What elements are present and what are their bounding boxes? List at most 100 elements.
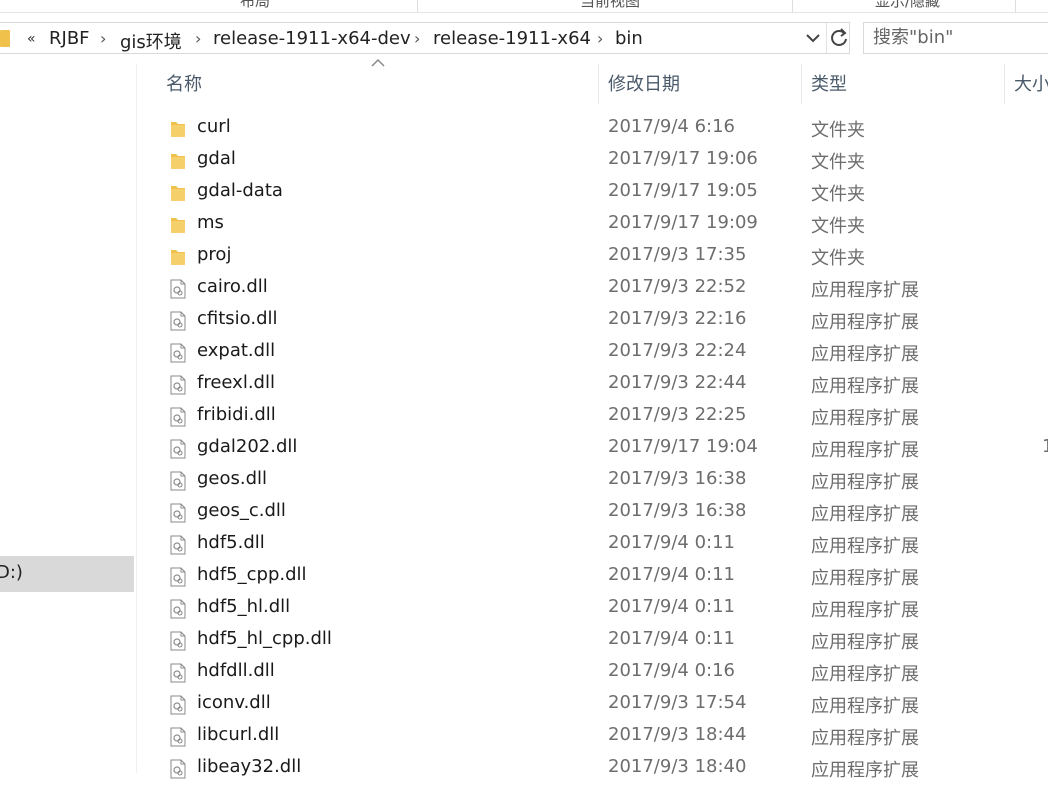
refresh-button[interactable] bbox=[826, 23, 851, 53]
file-row[interactable]: expat.dll 2017/9/3 22:24 应用程序扩展 bbox=[150, 337, 1048, 369]
file-row[interactable]: hdf5.dll 2017/9/4 0:11 应用程序扩展 bbox=[150, 529, 1048, 561]
column-separator[interactable] bbox=[598, 64, 599, 104]
file-type: 应用程序扩展 bbox=[811, 568, 919, 589]
dll-file-icon bbox=[169, 535, 187, 555]
address-bar[interactable]: « RJBF › gis环境 › release-1911-x64-dev › … bbox=[0, 22, 850, 54]
breadcrumb-chevron-icon[interactable]: › bbox=[414, 29, 420, 48]
breadcrumb-item[interactable]: release-1911-x64 bbox=[433, 28, 591, 49]
breadcrumb-item[interactable]: release-1911-x64-dev bbox=[213, 28, 411, 49]
file-name: expat.dll bbox=[197, 340, 276, 361]
ribbon-tab-current-view[interactable]: 当前视图 bbox=[580, 0, 640, 11]
file-date: 2017/9/3 17:35 bbox=[608, 244, 747, 265]
navigation-pane: D:) bbox=[0, 64, 134, 773]
file-type: 应用程序扩展 bbox=[811, 280, 919, 301]
file-date: 2017/9/17 19:04 bbox=[608, 436, 758, 457]
file-row[interactable]: proj 2017/9/3 17:35 文件夹 bbox=[150, 241, 1048, 273]
refresh-icon bbox=[831, 28, 847, 46]
file-date: 2017/9/3 17:54 bbox=[608, 692, 747, 713]
column-separator[interactable] bbox=[801, 64, 802, 104]
file-name: gdal202.dll bbox=[197, 436, 298, 457]
file-name: cfitsio.dll bbox=[197, 308, 278, 329]
file-date: 2017/9/3 18:44 bbox=[608, 724, 747, 745]
dll-file-icon bbox=[169, 567, 187, 587]
file-date: 2017/9/4 0:11 bbox=[608, 564, 735, 585]
file-type: 应用程序扩展 bbox=[811, 632, 919, 653]
file-row[interactable]: cairo.dll 2017/9/3 22:52 应用程序扩展 bbox=[150, 273, 1048, 305]
sort-ascending-icon bbox=[371, 58, 385, 67]
ribbon-tab-show-hide[interactable]: 显示/隐藏 bbox=[875, 0, 940, 11]
file-type: 文件夹 bbox=[811, 248, 865, 269]
file-row[interactable]: hdf5_hl_cpp.dll 2017/9/4 0:11 应用程序扩展 bbox=[150, 625, 1048, 657]
ribbon-separator bbox=[417, 0, 418, 12]
file-row[interactable]: iconv.dll 2017/9/3 17:54 应用程序扩展 bbox=[150, 689, 1048, 721]
breadcrumb-overflow[interactable]: « bbox=[27, 31, 36, 47]
file-row[interactable]: fribidi.dll 2017/9/3 22:25 应用程序扩展 bbox=[150, 401, 1048, 433]
file-name: ms bbox=[197, 212, 224, 233]
file-row[interactable]: geos.dll 2017/9/3 16:38 应用程序扩展 bbox=[150, 465, 1048, 497]
file-type: 应用程序扩展 bbox=[811, 760, 919, 781]
file-date: 2017/9/4 0:16 bbox=[608, 660, 735, 681]
breadcrumb-item[interactable]: RJBF bbox=[49, 28, 90, 49]
file-type: 文件夹 bbox=[811, 184, 865, 205]
file-row[interactable]: gdal202.dll 2017/9/17 19:04 应用程序扩展 1 bbox=[150, 433, 1048, 465]
chevron-down-icon bbox=[806, 34, 820, 43]
breadcrumb-chevron-icon[interactable]: › bbox=[195, 29, 201, 48]
file-row[interactable]: hdfdll.dll 2017/9/4 0:16 应用程序扩展 bbox=[150, 657, 1048, 689]
file-row[interactable]: hdf5_hl.dll 2017/9/4 0:11 应用程序扩展 bbox=[150, 593, 1048, 625]
file-date: 2017/9/3 18:40 bbox=[608, 756, 747, 777]
file-date: 2017/9/4 0:11 bbox=[608, 628, 735, 649]
ribbon-tab-layout[interactable]: 布局 bbox=[240, 0, 270, 11]
nav-item-label: D:) bbox=[0, 562, 23, 583]
breadcrumb-item[interactable]: gis环境 bbox=[120, 28, 182, 54]
file-row[interactable]: curl 2017/9/4 6:16 文件夹 bbox=[150, 113, 1048, 145]
column-header-size[interactable]: 大小 bbox=[1014, 70, 1048, 102]
file-row[interactable]: gdal 2017/9/17 19:06 文件夹 bbox=[150, 145, 1048, 177]
file-type: 应用程序扩展 bbox=[811, 408, 919, 429]
ribbon: 布局 当前视图 显示/隐藏 bbox=[0, 0, 1048, 12]
file-name: freexl.dll bbox=[197, 372, 275, 393]
dll-file-icon bbox=[169, 599, 187, 619]
dll-file-icon bbox=[169, 343, 187, 363]
file-type: 应用程序扩展 bbox=[811, 536, 919, 557]
file-row[interactable]: geos_c.dll 2017/9/3 16:38 应用程序扩展 bbox=[150, 497, 1048, 529]
breadcrumb-chevron-icon[interactable]: › bbox=[100, 29, 106, 48]
dll-file-icon bbox=[169, 727, 187, 747]
file-row[interactable]: libcurl.dll 2017/9/3 18:44 应用程序扩展 bbox=[150, 721, 1048, 753]
file-row[interactable]: freexl.dll 2017/9/3 22:44 应用程序扩展 bbox=[150, 369, 1048, 401]
file-name: hdf5.dll bbox=[197, 532, 265, 553]
column-header-date[interactable]: 修改日期 bbox=[608, 70, 680, 102]
breadcrumb-item-current[interactable]: bin bbox=[615, 28, 643, 49]
file-row[interactable]: gdal-data 2017/9/17 19:05 文件夹 bbox=[150, 177, 1048, 209]
file-row[interactable]: hdf5_cpp.dll 2017/9/4 0:11 应用程序扩展 bbox=[150, 561, 1048, 593]
file-date: 2017/9/4 0:11 bbox=[608, 596, 735, 617]
nav-item-drive[interactable]: D:) bbox=[0, 556, 134, 592]
pane-divider[interactable] bbox=[136, 64, 137, 773]
file-name: libeay32.dll bbox=[197, 756, 302, 777]
dll-file-icon bbox=[169, 407, 187, 427]
column-header-type[interactable]: 类型 bbox=[811, 70, 847, 102]
file-name: hdf5_hl_cpp.dll bbox=[197, 628, 332, 649]
file-row[interactable]: ms 2017/9/17 19:09 文件夹 bbox=[150, 209, 1048, 241]
file-type: 应用程序扩展 bbox=[811, 664, 919, 685]
address-dropdown-button[interactable] bbox=[802, 23, 824, 53]
file-name: geos.dll bbox=[197, 468, 268, 489]
dll-file-icon bbox=[169, 279, 187, 299]
file-type: 应用程序扩展 bbox=[811, 440, 919, 461]
file-type: 应用程序扩展 bbox=[811, 472, 919, 493]
column-separator[interactable] bbox=[1004, 64, 1005, 104]
file-date: 2017/9/4 0:11 bbox=[608, 532, 735, 553]
folder-icon bbox=[169, 151, 187, 171]
column-header-name[interactable]: 名称 bbox=[166, 70, 202, 102]
file-date: 2017/9/17 19:09 bbox=[608, 212, 758, 233]
ribbon-divider bbox=[0, 12, 1048, 13]
folder-icon bbox=[169, 119, 187, 139]
dll-file-icon bbox=[169, 311, 187, 331]
search-box[interactable] bbox=[863, 22, 1048, 54]
dll-file-icon bbox=[169, 471, 187, 491]
file-row[interactable]: cfitsio.dll 2017/9/3 22:16 应用程序扩展 bbox=[150, 305, 1048, 337]
file-name: hdfdll.dll bbox=[197, 660, 275, 681]
file-row[interactable]: libeay32.dll 2017/9/3 18:40 应用程序扩展 bbox=[150, 753, 1048, 785]
search-input[interactable] bbox=[873, 27, 1043, 48]
file-date: 2017/9/3 22:52 bbox=[608, 276, 747, 297]
breadcrumb-chevron-icon[interactable]: › bbox=[597, 29, 603, 48]
